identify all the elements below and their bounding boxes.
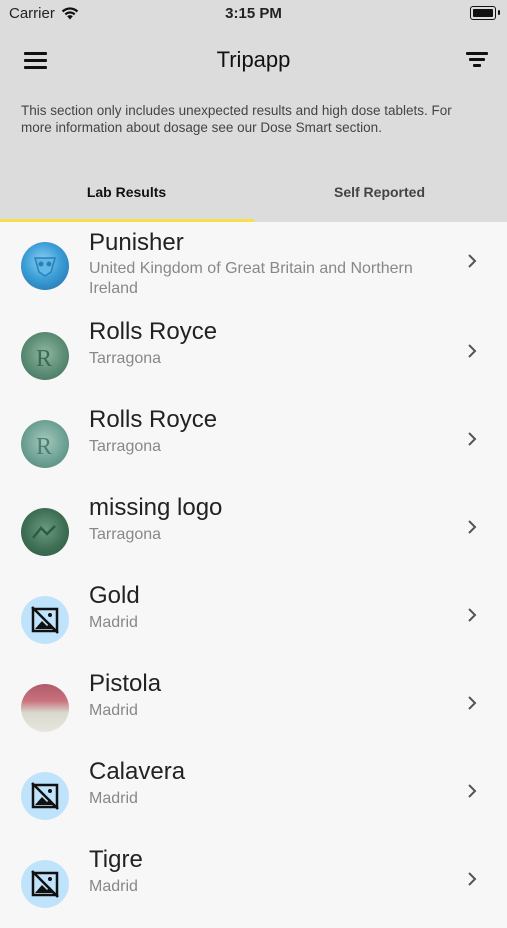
chevron-right-icon: [468, 784, 477, 798]
tab-self-reported[interactable]: Self Reported: [253, 170, 506, 222]
list-item[interactable]: Tigre Madrid: [0, 840, 507, 928]
status-time: 3:15 PM: [225, 5, 282, 22]
rolls-royce-logo-image: R: [36, 434, 52, 460]
tab-lab-results[interactable]: Lab Results: [0, 170, 253, 222]
tab-label: Self Reported: [333, 184, 425, 200]
battery-icon: [470, 6, 500, 20]
item-title: Rolls Royce: [89, 318, 218, 345]
list-item[interactable]: Pistola Madrid: [0, 664, 507, 752]
pill-photo: R: [21, 332, 69, 380]
item-subtitle: Madrid: [89, 614, 138, 631]
rolls-royce-logo-image: R: [36, 346, 52, 372]
item-subtitle: Madrid: [89, 790, 138, 807]
chevron-right-icon: [468, 432, 477, 446]
item-title: Punisher: [89, 229, 184, 256]
item-subtitle: Madrid: [89, 702, 138, 719]
list-item[interactable]: R Rolls Royce Tarragona: [0, 312, 507, 400]
svg-text:R: R: [36, 346, 52, 372]
tab-label: Lab Results: [86, 184, 167, 200]
item-title: Calavera: [89, 758, 186, 785]
item-title: Tigre: [89, 846, 143, 873]
item-subtitle: United Kingdom of Great Britain and Nort…: [89, 260, 413, 297]
punisher-logo-image: [34, 257, 56, 277]
app-header: Tripapp This section only includes unexp…: [0, 28, 507, 222]
page-title: Tripapp: [216, 47, 291, 72]
pill-photo: [21, 242, 69, 290]
pill-photo: R: [21, 420, 69, 468]
item-subtitle: Tarragona: [89, 350, 162, 367]
item-subtitle: Tarragona: [89, 526, 162, 543]
item-title: Pistola: [89, 670, 162, 697]
chevron-right-icon: [468, 696, 477, 710]
status-bar: Carrier 3:15 PM: [0, 0, 507, 28]
list-item[interactable]: Punisher United Kingdom of Great Britain…: [0, 222, 507, 312]
item-title: missing logo: [89, 494, 223, 521]
pill-photo: [21, 508, 69, 556]
results-list: Punisher United Kingdom of Great Britain…: [0, 222, 507, 928]
item-subtitle: Tarragona: [89, 438, 162, 455]
chevron-right-icon: [468, 254, 477, 268]
pill-photo: [21, 684, 69, 732]
item-title: Rolls Royce: [89, 406, 218, 433]
image-placeholder-icon: [21, 772, 69, 820]
list-item[interactable]: R Rolls Royce Tarragona: [0, 400, 507, 488]
item-title: Gold: [89, 582, 140, 609]
chevron-right-icon: [468, 520, 477, 534]
tab-bar: Lab Results Self Reported: [0, 170, 507, 222]
chevron-right-icon: [468, 608, 477, 622]
list-item[interactable]: Gold Madrid: [0, 576, 507, 664]
filter-icon[interactable]: [466, 52, 488, 68]
image-placeholder-icon: [21, 860, 69, 908]
chevron-right-icon: [468, 344, 477, 358]
info-notice: This section only includes unexpected re…: [21, 103, 452, 135]
pill-logo-image: [32, 525, 56, 539]
list-item[interactable]: Calavera Madrid: [0, 752, 507, 840]
chevron-right-icon: [468, 872, 477, 886]
item-subtitle: Madrid: [89, 878, 138, 895]
list-item[interactable]: missing logo Tarragona: [0, 488, 507, 576]
svg-text:R: R: [36, 434, 52, 460]
image-placeholder-icon: [21, 596, 69, 644]
